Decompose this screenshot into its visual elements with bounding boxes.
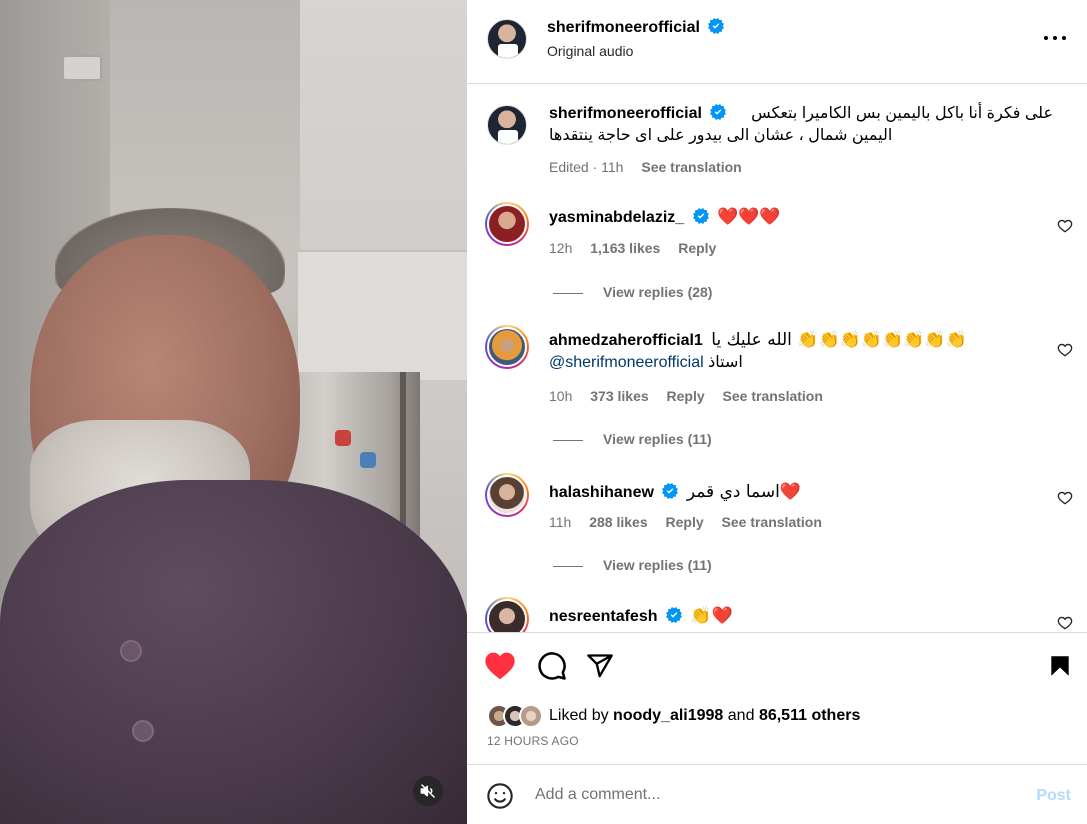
- caption-author-avatar[interactable]: [487, 105, 527, 145]
- view-replies-line: [553, 439, 583, 441]
- video-ceiling-light: [62, 55, 102, 81]
- caption-see-translation[interactable]: See translation: [641, 159, 741, 175]
- comment-body: nesreentafesh 👏❤️: [549, 605, 1049, 628]
- view-replies-label: View replies (11): [603, 431, 712, 447]
- comment-text: 👏❤️: [690, 606, 733, 626]
- comment-avatar[interactable]: [485, 325, 529, 369]
- comment-text: 👏👏👏👏👏👏👏👏 الله عليك يا: [711, 330, 967, 350]
- comment-text: اسما دي قمر❤️: [686, 482, 801, 502]
- video-shirt-button: [120, 640, 142, 662]
- comment-like-heart-icon[interactable]: [1057, 490, 1073, 506]
- view-replies-line: [553, 565, 583, 567]
- comment-likes[interactable]: 1,163 likes: [590, 240, 660, 256]
- verified-badge-icon: [665, 607, 682, 623]
- reply-button[interactable]: Reply: [678, 240, 716, 256]
- comment-avatar[interactable]: [485, 202, 529, 246]
- view-replies-button[interactable]: View replies (11): [553, 557, 712, 573]
- more-horizontal-icon: [1044, 36, 1066, 40]
- view-replies-label: View replies (28): [603, 284, 713, 300]
- share-icon: [587, 654, 613, 678]
- more-options-button[interactable]: [1041, 26, 1069, 50]
- comment-text-line2: استاذ: [708, 354, 743, 371]
- video-person-shirt: [0, 480, 467, 824]
- comment-body: halashihanew اسما دي قمر❤️: [549, 481, 1049, 504]
- author-avatar[interactable]: [487, 19, 527, 59]
- reply-button[interactable]: Reply: [667, 388, 705, 404]
- view-replies-line: [553, 292, 583, 294]
- comment-likes[interactable]: 288 likes: [589, 514, 647, 530]
- comment-mention[interactable]: @sherifmoneerofficial: [549, 354, 704, 371]
- audio-label[interactable]: Original audio: [547, 43, 724, 59]
- caption-edited-time: Edited · 11h: [549, 159, 624, 175]
- liked-by-text: Liked by noody_ali1998 and 86,511 others: [549, 707, 860, 725]
- liked-by-row: Liked by noody_ali1998 and 86,511 others: [487, 703, 860, 729]
- author-info: sherifmoneerofficial Original audio: [547, 18, 725, 59]
- reply-button[interactable]: Reply: [666, 514, 704, 530]
- comment-username[interactable]: ahmedzaherofficial1: [549, 332, 703, 349]
- add-comment-bar: Post: [467, 764, 1087, 824]
- comments-list[interactable]: sherifmoneerofficial على فكرة أنا باكل ب…: [467, 85, 1087, 632]
- bookmark-icon: [1051, 656, 1069, 676]
- author-username[interactable]: sherifmoneerofficial: [547, 19, 700, 36]
- comment-time: 10h: [549, 388, 573, 404]
- comment-username[interactable]: yasminabdelaziz_: [549, 209, 684, 226]
- comment-input[interactable]: [535, 783, 995, 807]
- video-magnet: [360, 452, 376, 468]
- liked-by-others[interactable]: 86,511 others: [759, 707, 860, 724]
- share-button[interactable]: [583, 649, 617, 683]
- comment-time: 11h: [549, 514, 572, 530]
- emoji-button[interactable]: [485, 781, 515, 811]
- comment-meta: 11h 288 likes Reply See translation: [549, 514, 836, 530]
- comment-icon: [538, 652, 566, 680]
- video-magnet: [335, 430, 351, 446]
- smiley-icon: [487, 783, 513, 809]
- verified-badge-icon: [662, 483, 679, 499]
- comment-body: ahmedzaherofficial1 👏👏👏👏👏👏👏👏 الله عليك ي…: [549, 329, 1049, 374]
- comment-likes[interactable]: 373 likes: [590, 388, 648, 404]
- comment-like-heart-icon[interactable]: [1057, 615, 1073, 631]
- post-actions: Liked by noody_ali1998 and 86,511 others…: [467, 632, 1087, 764]
- verified-badge-icon: [708, 18, 725, 34]
- caption-text-line1: على فكرة أنا باكل باليمين بس الكاميرا بت…: [751, 105, 1053, 122]
- comment-body: yasminabdelaziz_ ❤️❤️❤️: [549, 206, 1049, 229]
- heart-filled-icon: [485, 652, 515, 680]
- comment-avatar[interactable]: [485, 473, 529, 517]
- see-translation-button[interactable]: See translation: [723, 388, 823, 404]
- comment-meta: 12h 1,163 likes Reply: [549, 240, 730, 256]
- muted-speaker-icon: [420, 784, 435, 798]
- liker-avatar[interactable]: [519, 704, 543, 728]
- comment-avatar[interactable]: [485, 597, 529, 632]
- post-header: sherifmoneerofficial Original audio: [467, 0, 1087, 84]
- comment-time: 12h: [549, 240, 573, 256]
- post-video[interactable]: [0, 0, 467, 824]
- caption-text-line2: اليمين شمال ، عشان الى بيدور على اى حاجة…: [549, 127, 893, 144]
- like-button[interactable]: [483, 649, 517, 683]
- verified-badge-icon: [692, 208, 709, 224]
- view-replies-button[interactable]: View replies (28): [553, 284, 712, 300]
- video-shirt-button: [132, 720, 154, 742]
- comment-text: ❤️❤️❤️: [717, 207, 781, 227]
- mute-button[interactable]: [413, 776, 443, 806]
- see-translation-button[interactable]: See translation: [722, 514, 822, 530]
- view-replies-button[interactable]: View replies (11): [553, 431, 712, 447]
- caption-meta: Edited · 11h See translation: [549, 159, 756, 175]
- comment-like-heart-icon[interactable]: [1057, 342, 1073, 358]
- video-cabinet: [298, 250, 467, 380]
- comment-meta: 10h 373 likes Reply See translation: [549, 388, 837, 404]
- comment-username[interactable]: nesreentafesh: [549, 608, 658, 625]
- liked-by-and: and: [727, 707, 755, 724]
- comment-username[interactable]: halashihanew: [549, 484, 654, 501]
- comment-button[interactable]: [535, 649, 569, 683]
- post-timestamp[interactable]: 12 HOURS AGO: [487, 734, 579, 748]
- post-comment-button[interactable]: Post: [1036, 787, 1071, 805]
- save-button[interactable]: [1043, 649, 1077, 683]
- post-panel: sherifmoneerofficial Original audio sher…: [467, 0, 1087, 824]
- liked-by-prefix: Liked by: [549, 707, 609, 724]
- view-replies-label: View replies (11): [603, 557, 712, 573]
- comment-like-heart-icon[interactable]: [1057, 218, 1073, 234]
- caption-text: على فكرة أنا باكل باليمين بس الكاميرا بت…: [549, 103, 1053, 125]
- liked-by-user[interactable]: noody_ali1998: [613, 707, 723, 724]
